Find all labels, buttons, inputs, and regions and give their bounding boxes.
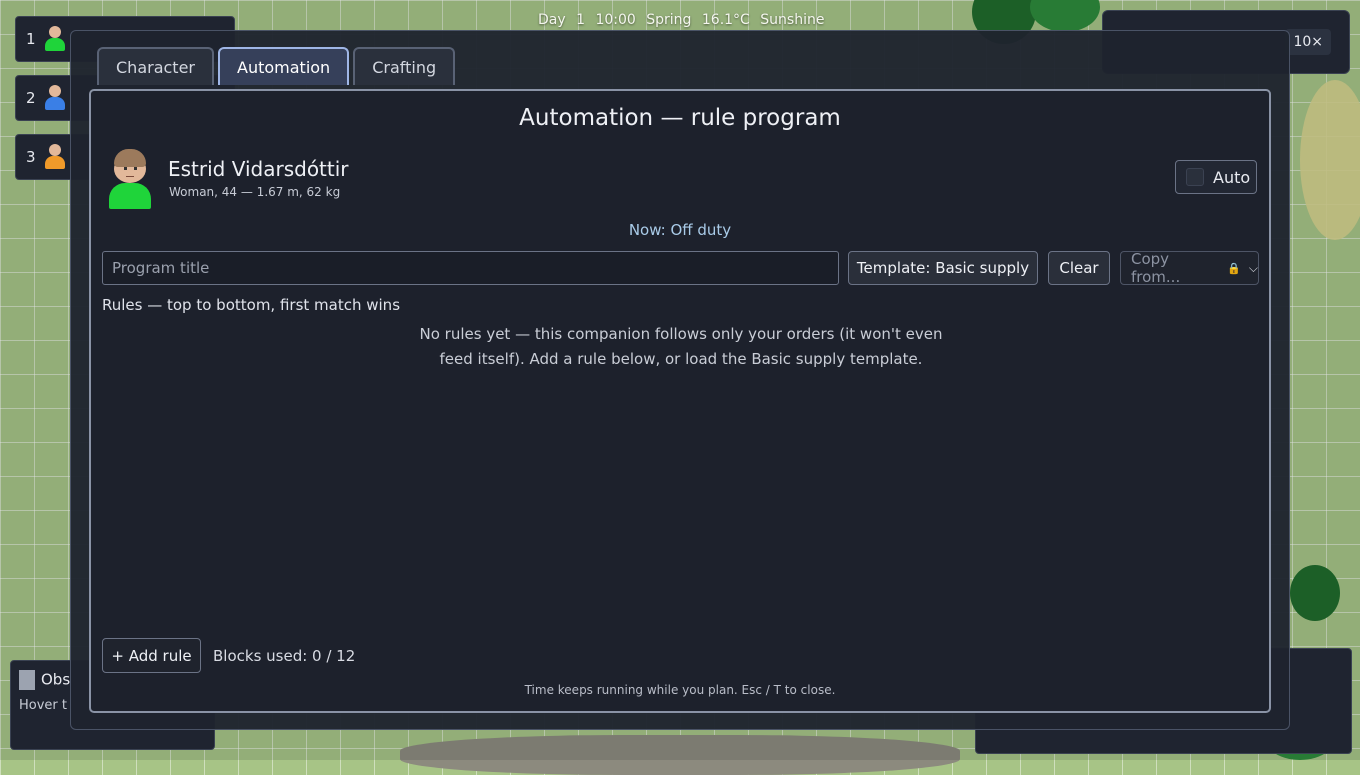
- roster-slot-number: 1: [26, 30, 36, 48]
- companion-portrait-icon: [44, 85, 66, 111]
- duty-status: Now: Off duty: [628, 221, 732, 239]
- blocks-used-counter: Blocks used: 0 / 12: [213, 647, 356, 665]
- roster-slot-number: 2: [26, 89, 36, 107]
- companion-portrait-icon: [44, 26, 66, 52]
- tab-crafting[interactable]: Crafting: [353, 47, 456, 85]
- automation-panel: Automation — rule program Estrid Vidarsd…: [89, 89, 1271, 713]
- companion-dialog: Character Automation Crafting Automation…: [70, 30, 1290, 730]
- character-name: Estrid Vidarsdóttir: [168, 157, 349, 181]
- observe-swatch-icon: [19, 669, 35, 690]
- observe-title: Obs: [41, 670, 71, 689]
- footer-hint: Time keeps running while you plan. Esc /…: [524, 683, 836, 697]
- roster-slot-number: 3: [26, 148, 36, 166]
- clear-button[interactable]: Clear: [1048, 251, 1110, 285]
- copy-from-label: Copy from...: [1131, 250, 1181, 286]
- auto-toggle[interactable]: Auto: [1175, 160, 1257, 194]
- auto-label: Auto: [1213, 167, 1251, 187]
- template-basic-supply-button[interactable]: Template: Basic supply: [848, 251, 1038, 285]
- tab-automation[interactable]: Automation: [218, 47, 350, 85]
- world-status-bar: Day 1 10:00 Spring 16.1°C Sunshine: [538, 12, 825, 28]
- tab-character[interactable]: Character: [97, 47, 214, 85]
- speed-10x-button[interactable]: 10×: [1285, 29, 1331, 55]
- panel-title: Automation — rule program: [519, 105, 841, 131]
- auto-checkbox[interactable]: [1186, 168, 1204, 186]
- character-avatar-icon: [109, 147, 151, 211]
- dialog-tabs: Character Automation Crafting: [97, 47, 456, 85]
- lock-icon: 🔒: [1227, 261, 1241, 275]
- program-title-input[interactable]: [102, 251, 839, 285]
- empty-rules-message: No rules yet — this companion follows on…: [419, 325, 943, 368]
- copy-from-select[interactable]: Copy from... 🔒 ⌵: [1120, 250, 1259, 286]
- add-rule-button[interactable]: + Add rule: [102, 638, 201, 673]
- companion-portrait-icon: [44, 144, 66, 170]
- chevron-down-icon: ⌵: [1248, 260, 1258, 275]
- rules-heading: Rules — top to bottom, first match wins: [102, 296, 401, 314]
- character-details: Woman, 44 — 1.67 m, 62 kg: [169, 185, 341, 199]
